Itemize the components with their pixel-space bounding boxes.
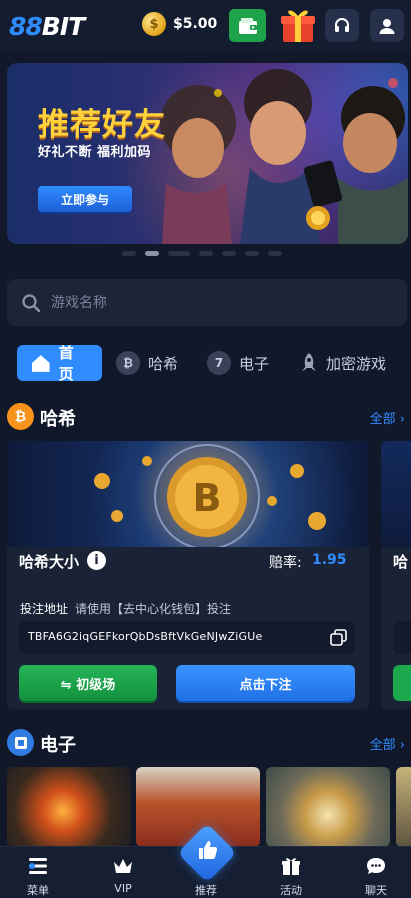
nav-vip[interactable]: VIP [88,847,158,898]
tab-slots[interactable]: 7 电子 [207,345,269,381]
carousel-dot[interactable] [222,251,236,256]
section-title: 电子 [40,735,76,756]
hash-game-card[interactable]: B 哈希大小 i 赔率: 1.95 投注地址 请使用【去中心化钱包】投注 TBF… [7,441,369,709]
top-header: 88BIT $ $5.00 [0,0,411,52]
view-all-link[interactable]: 全部 › [370,734,405,753]
bitcoin-icon: ₿ [7,403,34,430]
odds-label: 赔率: [269,555,302,571]
slot-game-thumbnail[interactable] [396,767,411,847]
nav-activities[interactable]: 活动 [256,847,326,898]
tab-label: 加密游戏 [326,354,387,373]
category-tabs: 首页 ₿ 哈希 7 电子 加密游戏 [17,344,411,383]
support-button[interactable] [325,9,359,42]
seven-icon: 7 [207,351,231,375]
headset-icon [335,17,349,32]
search-input[interactable] [51,294,371,311]
tab-hash[interactable]: ₿ 哈希 [116,345,178,381]
search-icon [22,293,41,312]
chat-icon [367,858,385,874]
game-name: 哈 [393,553,409,571]
tab-label: 哈希 [148,354,179,373]
game-name: 哈希大小 [19,553,80,571]
nav-label: 活动 [280,884,302,897]
carousel-dot[interactable] [122,251,136,256]
nav-chat[interactable]: 聊天 [341,847,411,898]
place-bet-button[interactable]: 点击下注 [176,665,355,701]
banner-title: 推荐好友 [38,107,166,143]
thumbs-up-icon [199,841,218,859]
tab-home[interactable]: 首页 [17,344,102,383]
copy-icon[interactable] [330,629,347,646]
nav-menu[interactable]: 菜单 [3,847,73,898]
tab-crypto-games[interactable]: 加密游戏 [300,345,386,381]
wallet-address: TBFA6G2iqGEFkorQbDsBftVkGeNJwZiGUe [28,630,263,643]
bitcoin-icon: ₿ [116,351,140,375]
crown-icon [114,859,132,873]
nav-label: VIP [114,882,132,895]
join-now-button[interactable]: 立即参与 [38,186,132,212]
slots-section-header: 电子 全部 › [7,728,407,756]
menu-icon [29,858,47,874]
balance-amount[interactable]: $5.00 [173,16,217,32]
carousel-dot[interactable] [168,251,190,256]
tab-label: 首页 [58,344,74,383]
bet-address-field [393,621,411,654]
bet-address-field[interactable]: TBFA6G2iqGEFkorQbDsBftVkGeNJwZiGUe [19,621,355,654]
nav-label: 菜单 [27,884,49,897]
banner-illustration [160,69,408,244]
gamepad-icon [14,736,27,749]
odds-value: 1.95 [312,552,347,568]
nav-label: 聊天 [365,884,387,897]
wallet-icon [238,17,257,34]
svg-text:B: B [193,476,222,520]
carousel-dot-active[interactable] [145,251,159,256]
next-game-card[interactable]: 哈 [381,441,411,709]
nav-label: 推荐 [195,884,217,897]
info-icon[interactable]: i [87,551,106,570]
promo-banner[interactable]: 推荐好友 好礼不断 福利加码 立即参与 [7,63,408,244]
section-title: 哈希 [40,409,76,430]
carousel-indicator [122,251,282,256]
gift-icon [280,10,315,42]
home-icon [31,354,50,372]
carousel-dot[interactable] [199,251,213,256]
beginner-room-button[interactable]: ⇋ 初级场 [19,665,157,701]
slot-game-thumbnail[interactable] [7,767,131,847]
gift-button[interactable] [276,4,319,46]
tab-label: 电子 [239,354,270,373]
app-logo[interactable]: 88BIT [9,12,85,41]
bet-address-note: 请使用【去中心化钱包】投注 [75,602,232,616]
game-art [381,441,411,547]
user-icon [379,18,395,34]
wallet-button[interactable] [229,9,266,42]
view-all-link[interactable]: 全部 › [370,408,405,427]
gift-icon [282,858,300,875]
carousel-dot[interactable] [245,251,259,256]
coin-icon: $ [142,12,166,36]
bitcoin-game-art: B [7,441,369,547]
banner-subtitle: 好礼不断 福利加码 [38,145,152,160]
user-button[interactable] [370,9,404,42]
carousel-dot[interactable] [268,251,282,256]
slot-game-icon [7,729,34,756]
rocket-icon [302,353,316,371]
hash-section-header: ₿ 哈希 全部 › [7,402,407,430]
room-button [393,665,411,701]
slot-game-thumbnail[interactable] [266,767,390,847]
bet-address-label: 投注地址 [20,602,69,616]
search-bar[interactable] [7,279,407,326]
